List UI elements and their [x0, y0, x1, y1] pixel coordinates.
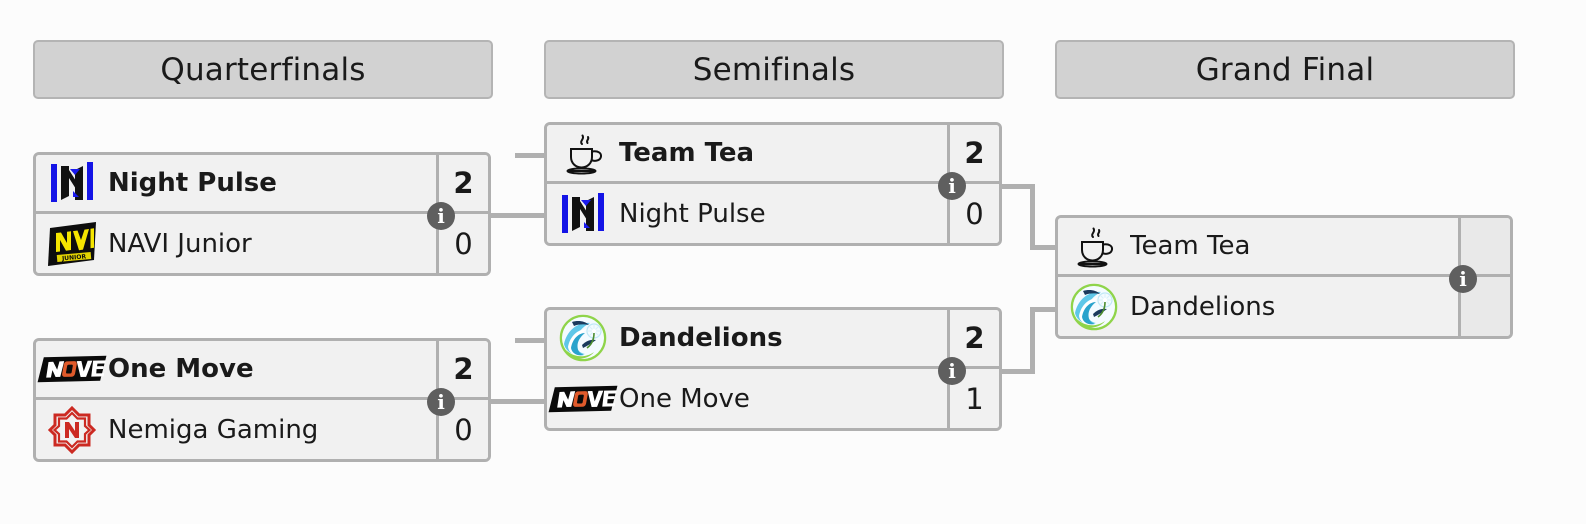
one-move-logo [36, 341, 108, 397]
connector-qf2-to-sf2 [491, 399, 547, 404]
round-header-quarterfinals: Quarterfinals [33, 40, 493, 99]
match-quarterfinal-1[interactable]: Night Pulse 2 JUNIOR NAVI Junior 0 i [33, 152, 491, 276]
connector-gf-bottom-in [1030, 307, 1058, 312]
match-info-icon[interactable]: i [938, 357, 966, 385]
night-pulse-logo [547, 184, 619, 243]
team-name: NAVI Junior [108, 228, 252, 259]
round-header-label: Grand Final [1195, 51, 1375, 88]
match-team-row[interactable]: Dandelions [1058, 277, 1510, 336]
dandelions-logo [547, 310, 619, 366]
one-move-logo [547, 369, 619, 428]
round-header-label: Quarterfinals [160, 51, 366, 88]
nemiga-logo [36, 400, 108, 459]
tournament-bracket: Quarterfinals Semifinals Grand Final Nig… [0, 0, 1586, 524]
connector-sf2-top-stub [515, 338, 547, 343]
match-team-row[interactable]: Team Tea 2 [547, 125, 999, 184]
match-grand-final[interactable]: Team Tea Dandelions i [1055, 215, 1513, 339]
match-quarterfinal-2[interactable]: One Move 2 Nemiga Gaming 0 i [33, 338, 491, 462]
match-info-icon[interactable]: i [938, 172, 966, 200]
match-info-icon[interactable]: i [1449, 265, 1477, 293]
match-team-row[interactable]: One Move 1 [547, 369, 999, 428]
team-name: Team Tea [1130, 231, 1251, 261]
connector-gf-top-in [1030, 245, 1058, 250]
team-name: Dandelions [1130, 291, 1276, 322]
match-team-row[interactable]: JUNIOR NAVI Junior 0 [36, 214, 488, 273]
night-pulse-logo [36, 155, 108, 211]
team-name: One Move [619, 383, 750, 414]
match-team-row[interactable]: Night Pulse 2 [36, 155, 488, 214]
match-info-icon[interactable]: i [427, 202, 455, 230]
dandelions-logo [1058, 277, 1130, 336]
round-header-semifinals: Semifinals [544, 40, 1004, 99]
connector-qf1-to-sf1 [491, 213, 547, 218]
navi-junior-logo: JUNIOR [36, 214, 108, 273]
match-team-row[interactable]: Night Pulse 0 [547, 184, 999, 243]
match-team-row[interactable]: One Move 2 [36, 341, 488, 400]
connector-sf1-drop [1030, 184, 1035, 247]
team-tea-logo [1058, 218, 1130, 274]
connector-sf2-rise [1030, 307, 1035, 374]
match-semifinal-1[interactable]: Team Tea 2 Night Pulse 0 i [544, 122, 1002, 246]
round-header-grand-final: Grand Final [1055, 40, 1515, 99]
match-team-row[interactable]: Nemiga Gaming 0 [36, 400, 488, 459]
team-name: Team Tea [619, 138, 755, 168]
team-name: Night Pulse [619, 198, 766, 229]
connector-sf1-top-stub [515, 153, 547, 158]
team-name: Night Pulse [108, 168, 277, 198]
team-name: Dandelions [619, 323, 783, 353]
team-tea-logo [547, 125, 619, 181]
match-team-row[interactable]: Team Tea [1058, 218, 1510, 277]
match-team-row[interactable]: Dandelions 2 [547, 310, 999, 369]
team-name: Nemiga Gaming [108, 414, 319, 445]
match-info-icon[interactable]: i [427, 388, 455, 416]
round-header-label: Semifinals [692, 51, 856, 88]
team-name: One Move [108, 354, 254, 384]
match-semifinal-2[interactable]: Dandelions 2 One Move 1 i [544, 307, 1002, 431]
